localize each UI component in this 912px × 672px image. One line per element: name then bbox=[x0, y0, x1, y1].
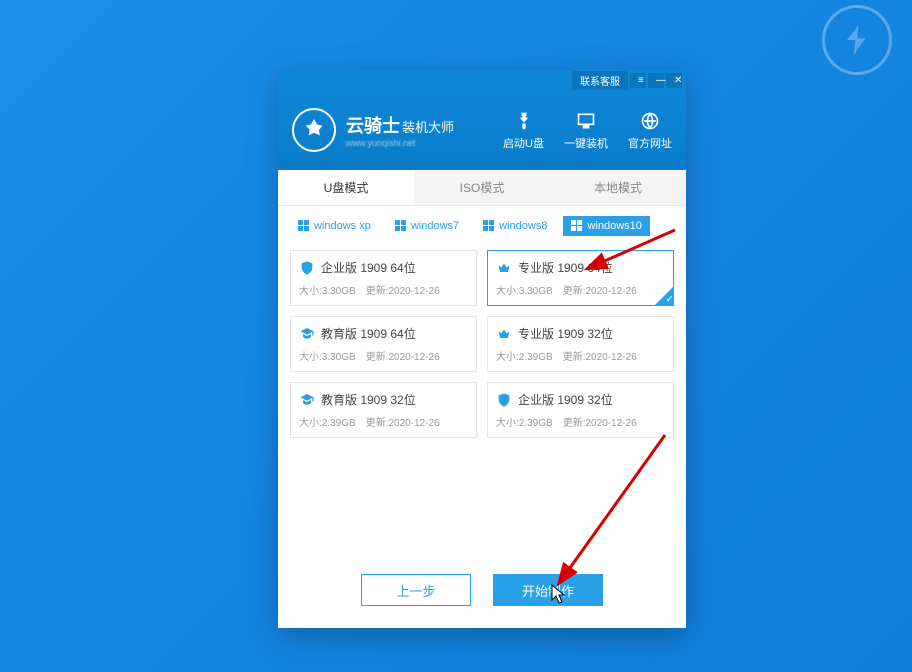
os-tab-win7[interactable]: windows7 bbox=[387, 216, 467, 236]
os-tab-label: windows7 bbox=[411, 220, 459, 232]
card-title: 教育版 1909 64位 bbox=[321, 325, 416, 342]
system-card[interactable]: 教育版 1909 64位 大小:3.30GB 更新:2020-12-26 bbox=[290, 316, 477, 372]
start-button[interactable]: 开始制作 bbox=[493, 574, 603, 606]
system-card[interactable]: 专业版 1909 32位 大小:2.39GB 更新:2020-12-26 bbox=[487, 316, 674, 372]
os-tab-win8[interactable]: windows8 bbox=[475, 216, 555, 236]
card-updated: 更新:2020-12-26 bbox=[366, 348, 440, 363]
crown-icon bbox=[496, 260, 512, 276]
windows-flag-icon bbox=[571, 220, 583, 232]
os-tabs: windows xp windows7 windows8 windows10 bbox=[278, 206, 686, 244]
app-window: 联系客服 ≡ — ✕ 云骑士装机大师 www.yunqishi.net 启动U盘 bbox=[278, 70, 686, 628]
card-size: 大小:3.30GB bbox=[496, 282, 553, 297]
card-updated: 更新:2020-12-26 bbox=[563, 414, 637, 429]
mode-tab-local[interactable]: 本地模式 bbox=[550, 170, 686, 205]
card-title: 企业版 1909 32位 bbox=[518, 391, 613, 408]
system-card[interactable]: 企业版 1909 64位 大小:3.30GB 更新:2020-12-26 bbox=[290, 250, 477, 306]
selected-check-icon bbox=[655, 287, 673, 305]
app-logo-icon bbox=[292, 108, 336, 152]
brand-title: 云骑士装机大师 bbox=[346, 112, 454, 138]
shield-icon bbox=[299, 260, 315, 276]
footer-actions: 上一步 开始制作 bbox=[278, 574, 686, 606]
mode-tab-usb[interactable]: U盘模式 bbox=[278, 170, 414, 205]
windows-flag-icon bbox=[483, 220, 495, 232]
os-tab-label: windows8 bbox=[499, 220, 547, 232]
nav-label: 启动U盘 bbox=[503, 135, 544, 151]
nav-usb-boot[interactable]: 启动U盘 bbox=[503, 110, 544, 151]
crown-icon bbox=[496, 326, 512, 342]
page-watermark bbox=[822, 5, 892, 75]
globe-icon bbox=[639, 110, 661, 132]
mode-tab-iso[interactable]: ISO模式 bbox=[414, 170, 550, 205]
card-title: 专业版 1909 64位 bbox=[518, 259, 613, 276]
os-tab-xp[interactable]: windows xp bbox=[290, 216, 379, 236]
card-updated: 更新:2020-12-26 bbox=[366, 282, 440, 297]
shield-icon bbox=[496, 392, 512, 408]
monitor-icon bbox=[575, 110, 597, 132]
usb-icon bbox=[513, 110, 535, 132]
card-title: 专业版 1909 32位 bbox=[518, 325, 613, 342]
os-tab-label: windows10 bbox=[587, 220, 641, 232]
windows-flag-icon bbox=[395, 220, 407, 232]
os-tab-label: windows xp bbox=[314, 220, 371, 232]
header-nav: 启动U盘 一键装机 官方网址 bbox=[503, 110, 672, 151]
contact-support-button[interactable]: 联系客服 bbox=[572, 71, 628, 90]
card-updated: 更新:2020-12-26 bbox=[563, 282, 637, 297]
nav-label: 一键装机 bbox=[564, 135, 608, 151]
nav-one-click[interactable]: 一键装机 bbox=[564, 110, 608, 151]
system-cards-grid: 企业版 1909 64位 大小:3.30GB 更新:2020-12-26 专业版… bbox=[278, 244, 686, 444]
system-card[interactable]: 教育版 1909 32位 大小:2.39GB 更新:2020-12-26 bbox=[290, 382, 477, 438]
nav-label: 官方网址 bbox=[628, 135, 672, 151]
mouse-cursor-icon bbox=[551, 584, 565, 604]
titlebar: 联系客服 ≡ — ✕ bbox=[278, 70, 686, 90]
card-size: 大小:2.39GB bbox=[299, 414, 356, 429]
card-title: 教育版 1909 32位 bbox=[321, 391, 416, 408]
os-tab-win10[interactable]: windows10 bbox=[563, 216, 649, 236]
card-updated: 更新:2020-12-26 bbox=[366, 414, 440, 429]
card-size: 大小:2.39GB bbox=[496, 414, 553, 429]
brand-block: 云骑士装机大师 www.yunqishi.net bbox=[346, 112, 454, 148]
minimize-icon[interactable]: — bbox=[648, 73, 664, 88]
graduation-cap-icon bbox=[299, 392, 315, 408]
close-icon[interactable]: ✕ bbox=[666, 73, 682, 88]
card-size: 大小:3.30GB bbox=[299, 348, 356, 363]
card-size: 大小:3.30GB bbox=[299, 282, 356, 297]
mode-tabs: U盘模式 ISO模式 本地模式 bbox=[278, 170, 686, 206]
windows-flag-icon bbox=[298, 220, 310, 232]
system-card[interactable]: 企业版 1909 32位 大小:2.39GB 更新:2020-12-26 bbox=[487, 382, 674, 438]
card-updated: 更新:2020-12-26 bbox=[563, 348, 637, 363]
menu-icon[interactable]: ≡ bbox=[630, 73, 646, 88]
system-card[interactable]: 专业版 1909 64位 大小:3.30GB 更新:2020-12-26 bbox=[487, 250, 674, 306]
card-size: 大小:2.39GB bbox=[496, 348, 553, 363]
app-header: 云骑士装机大师 www.yunqishi.net 启动U盘 一键装机 bbox=[278, 90, 686, 170]
card-title: 企业版 1909 64位 bbox=[321, 259, 416, 276]
nav-official-site[interactable]: 官方网址 bbox=[628, 110, 672, 151]
prev-step-button[interactable]: 上一步 bbox=[361, 574, 471, 606]
brand-subtitle: www.yunqishi.net bbox=[346, 138, 454, 148]
graduation-cap-icon bbox=[299, 326, 315, 342]
